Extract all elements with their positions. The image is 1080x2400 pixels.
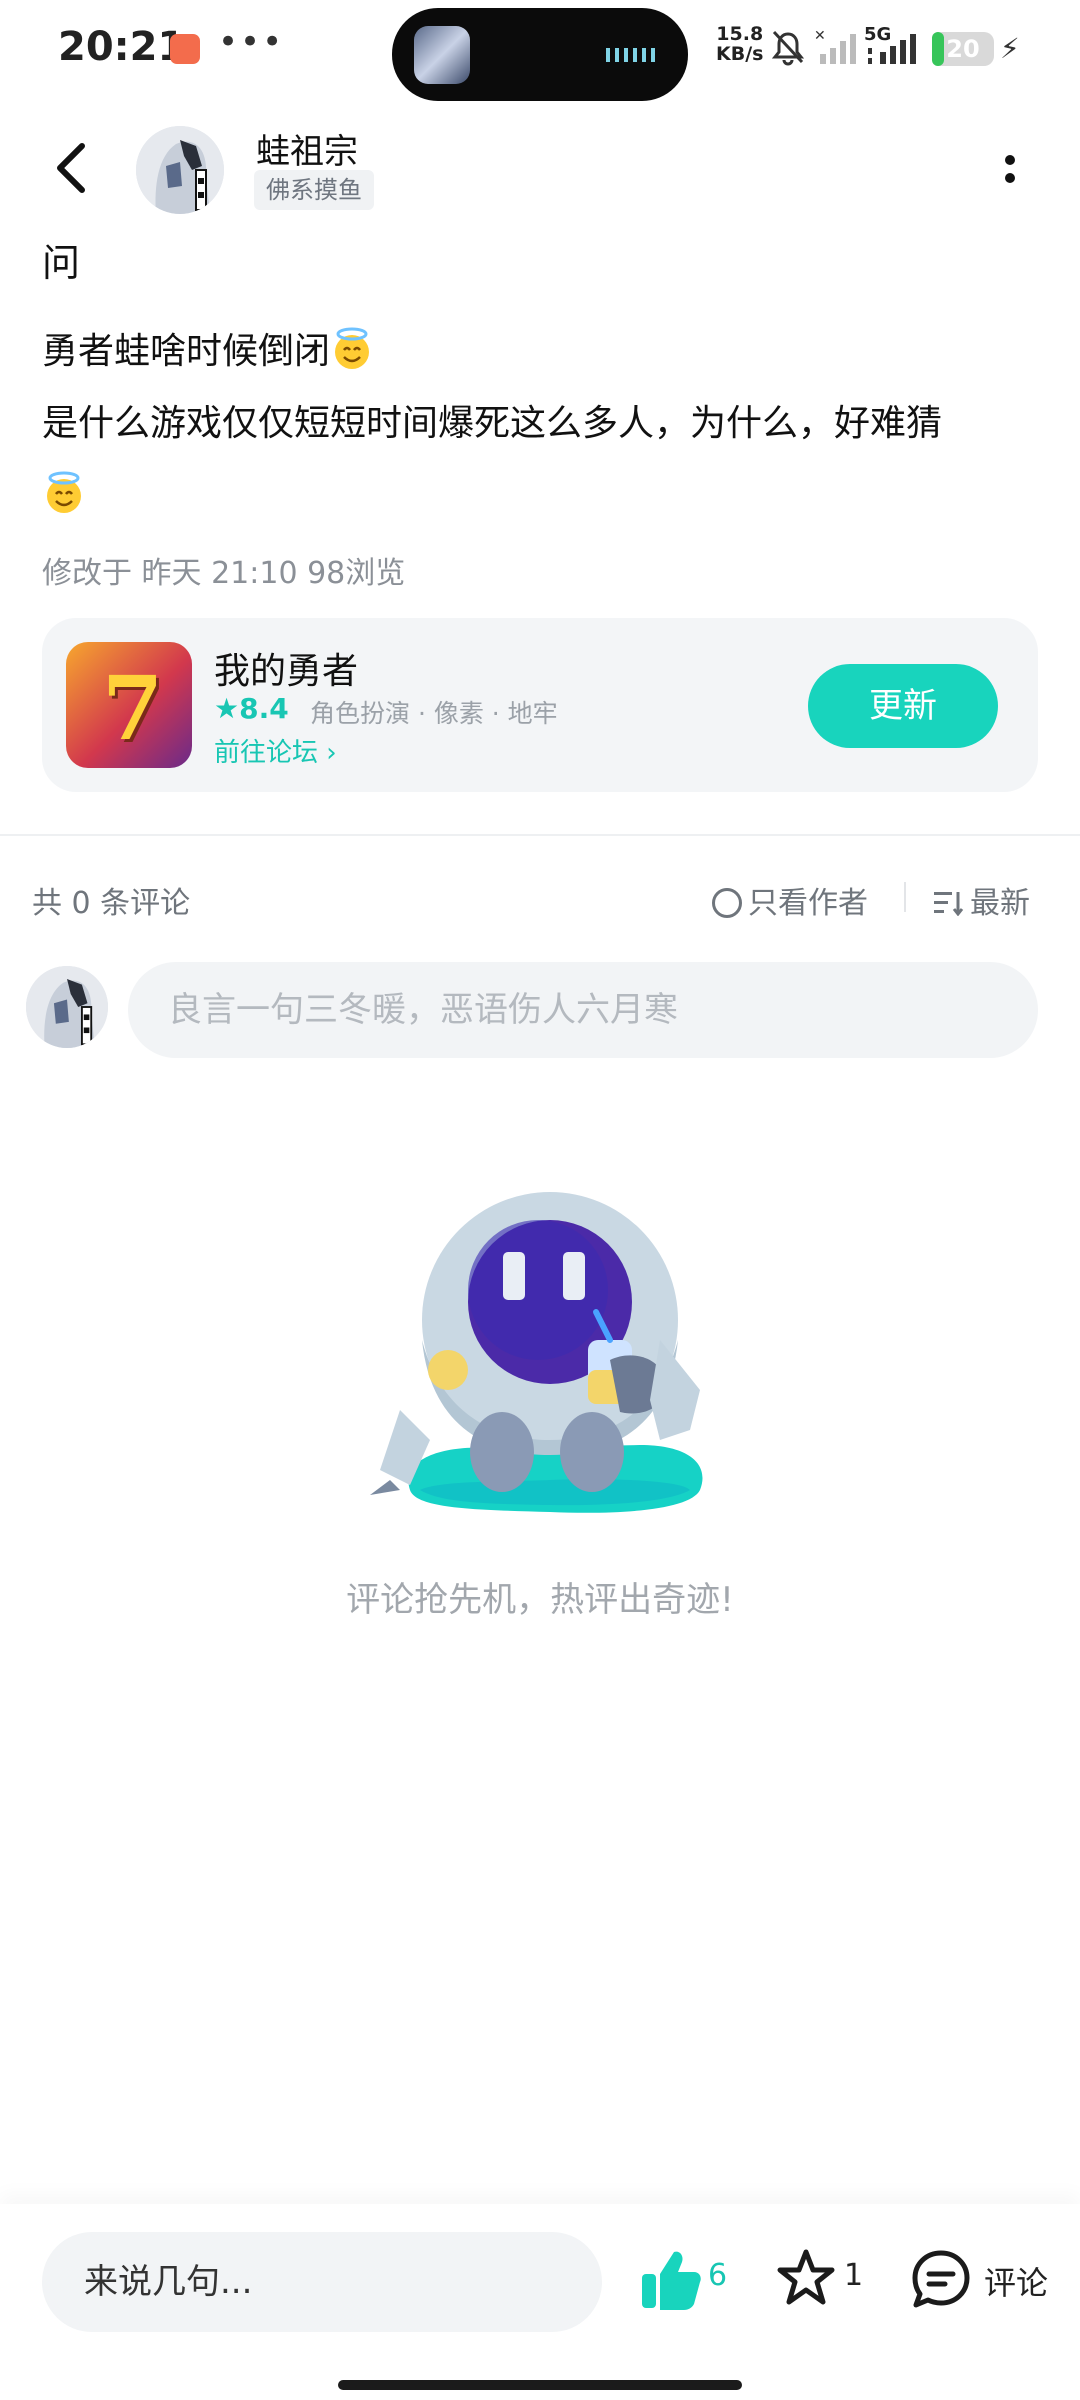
network-speed: 15.8 KB/s [716,24,763,64]
sort-icon [934,892,964,916]
signal-sim1-icon: ✕ [814,28,856,64]
favorite-count: 1 [844,2258,864,2293]
net-speed-unit: KB/s [716,43,764,65]
forum-link-label: 前往论坛 [214,738,319,768]
like-count: 6 [708,2258,728,2293]
update-button[interactable]: 更新 [808,664,998,748]
net-speed-value: 15.8 [716,23,764,45]
audio-wave-icon [606,48,658,62]
empty-state-text: 评论抢先机，热评出奇迹! [346,1580,734,1620]
avatar-image [136,126,224,214]
halo-smile-emoji-icon [47,471,81,513]
app-notification-icon [170,34,200,64]
divider [0,834,1080,836]
post-line-2: 是什么游戏仅仅短短时间爆死这么多人，为什么，好难猜 [42,403,943,444]
say-something-input[interactable]: 来说几句... [42,2232,602,2332]
more-options-icon[interactable] [1000,150,1020,190]
game-card[interactable]: 7 我的勇者 ★8.4 角色扮演 · 像素 · 地牢 前往论坛 › 更新 [42,618,1038,792]
battery-icon: 20 [932,32,994,66]
author-name[interactable]: 蛙祖宗 [256,124,358,173]
game-name: 我的勇者 [214,651,359,692]
svg-text:✕: ✕ [814,28,826,44]
game-tags: 角色扮演 · 像素 · 地牢 [310,699,558,728]
radio-icon [712,888,742,918]
post-title: 问 [42,241,81,285]
like-thumb-icon[interactable] [640,2248,702,2312]
dynamic-island[interactable] [392,8,688,101]
favorite-star-icon[interactable] [776,2248,836,2308]
only-author-label: 只看作者 [748,886,868,921]
game-rating: ★8.4 [214,692,289,725]
sort-toggle[interactable]: 最新 [934,878,1030,922]
only-author-toggle[interactable]: 只看作者 [712,878,868,922]
game-rating-value: 8.4 [239,692,289,725]
signal-sim2-icon [868,34,916,64]
divider [904,882,906,912]
star-icon: ★ [214,692,240,725]
mute-icon [771,30,805,66]
clock: 20:21 [58,24,186,70]
empty-state-mascot-illustration [370,1192,703,1513]
media-thumbnail [414,26,470,84]
battery-level: 20 [946,35,980,63]
home-indicator[interactable] [338,2380,742,2390]
comment-bubble-icon[interactable] [910,2248,972,2310]
charging-icon: ⚡ [1000,32,1020,65]
sort-label: 最新 [970,886,1030,921]
author-tag: 佛系摸鱼 [254,170,374,210]
post-line-1: 勇者蛙啥时候倒闭 [42,331,331,372]
author-avatar[interactable] [136,126,224,214]
forum-link[interactable]: 前往论坛 › [214,732,337,769]
chevron-right-icon: › [326,738,337,768]
back-arrow-icon[interactable] [50,140,90,196]
status-bar: 20:21 ••• 15.8 KB/s ✕ 5G 20 ⚡ [0,0,1080,101]
comment-count: 共 0 条评论 [32,886,191,921]
more-notifications-icon: ••• [218,22,285,62]
halo-smile-emoji-icon [335,327,370,369]
bottom-bar: 来说几句... 6 1 评论 [0,2204,1080,2400]
my-avatar [26,966,108,1048]
post-meta: 修改于 昨天 21:10 98浏览 [42,556,406,591]
post-body: 勇者蛙啥时候倒闭 是什么游戏仅仅短短时间爆死这么多人，为什么，好难猜 [42,316,1042,532]
comment-button-label[interactable]: 评论 [984,2258,1048,2304]
comment-input[interactable]: 良言一句三冬暖，恶语伤人六月寒 [128,962,1038,1058]
game-icon: 7 [66,642,192,768]
